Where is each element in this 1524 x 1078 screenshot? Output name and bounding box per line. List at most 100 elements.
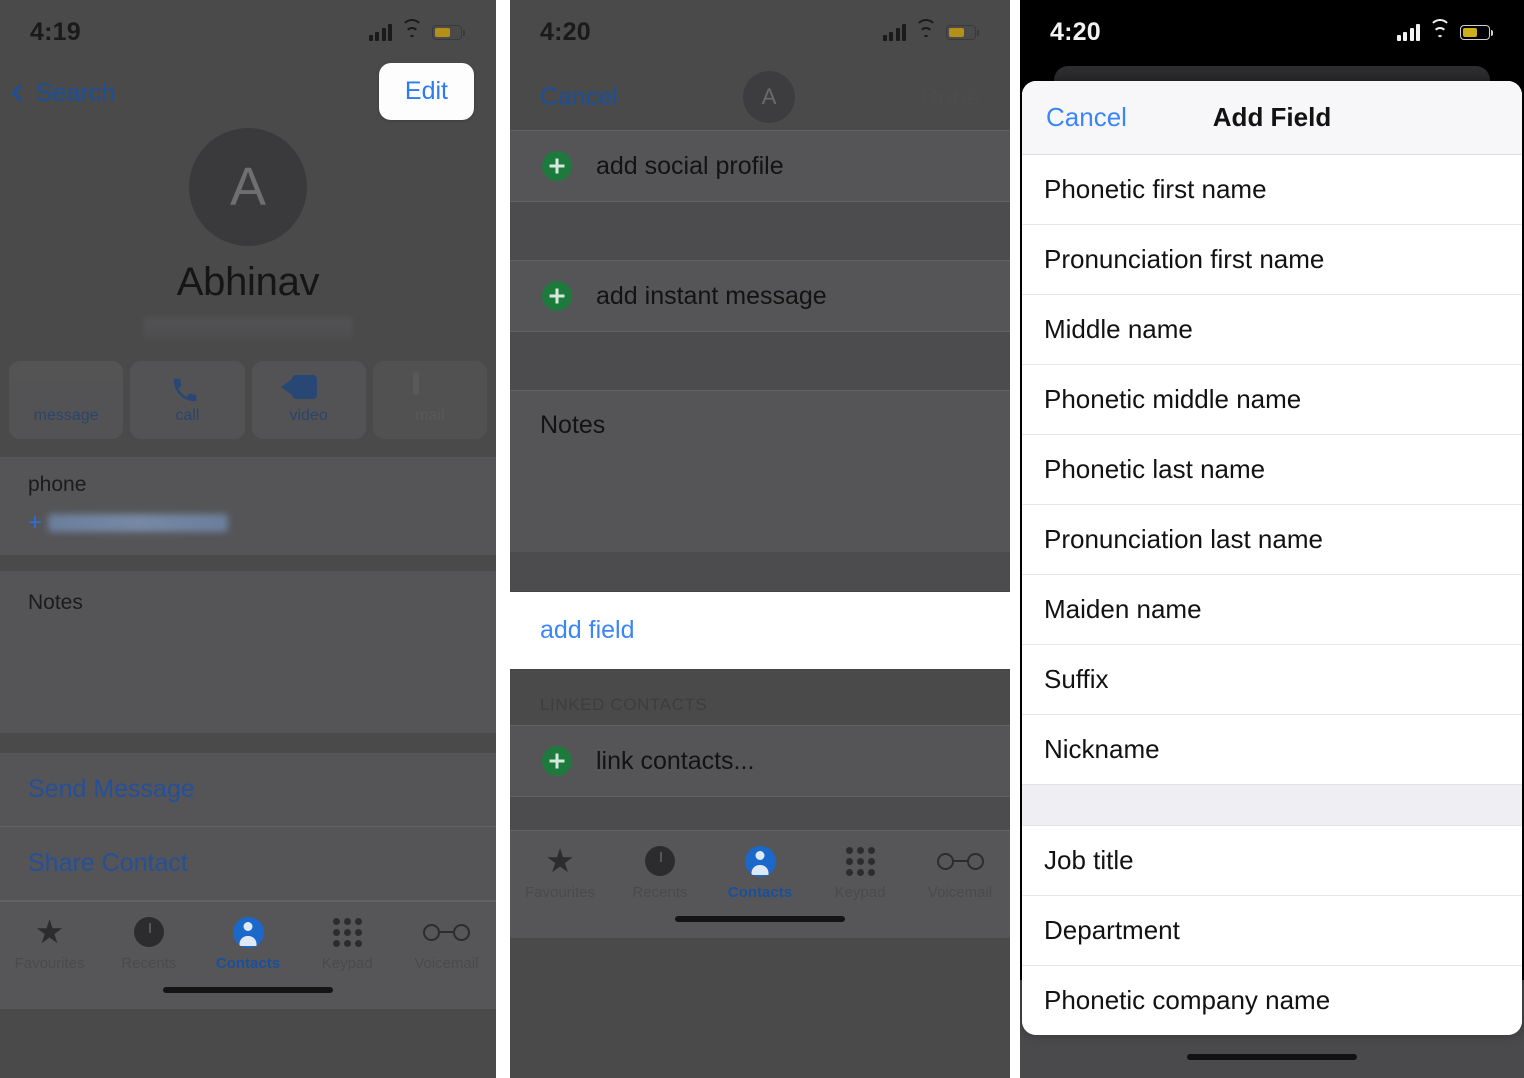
- star-icon: ★: [34, 913, 65, 950]
- screenshot-stage: 4:19 Search Edit A Abhinav message call …: [0, 0, 1524, 1078]
- send-message-link[interactable]: Send Message: [0, 753, 496, 827]
- field-option-middle-name[interactable]: Middle name: [1022, 295, 1522, 365]
- add-instant-message-row[interactable]: add instant message: [510, 260, 1010, 332]
- tab-voicemail-label: Voicemail: [414, 955, 479, 972]
- wifi-icon: [401, 18, 423, 41]
- notes-section-1[interactable]: Notes: [0, 571, 496, 733]
- add-social-profile-row[interactable]: add social profile: [510, 130, 1010, 202]
- contact-subtitle-redacted: [143, 317, 353, 339]
- tab-contacts[interactable]: Contacts: [710, 845, 810, 901]
- nav-bar-1: Search Edit: [0, 62, 496, 122]
- tab-favourites[interactable]: ★ Favourites: [0, 913, 99, 972]
- back-to-search-button[interactable]: Search: [11, 79, 115, 108]
- mail-envelope-icon: [412, 372, 447, 401]
- avatar[interactable]: A: [743, 71, 796, 123]
- tab-keypad[interactable]: Keypad: [810, 845, 910, 901]
- tab-keypad-label: Keypad: [321, 955, 373, 972]
- linked-contacts-header: LINKED CONTACTS: [540, 695, 708, 714]
- tab-contacts[interactable]: Contacts: [198, 916, 297, 972]
- phone-number-blur: [48, 514, 229, 532]
- group-spacer-2: [510, 332, 1010, 390]
- avatar[interactable]: A: [189, 128, 307, 246]
- field-list-group-1: Phonetic first name Pronunciation first …: [1022, 155, 1522, 784]
- field-option-phonetic-middle-name[interactable]: Phonetic middle name: [1022, 365, 1522, 435]
- call-action-button[interactable]: call: [130, 361, 245, 439]
- field-option-pronunciation-first-name[interactable]: Pronunciation first name: [1022, 225, 1522, 295]
- field-option-job-title[interactable]: Job title: [1022, 826, 1522, 896]
- panel-gap-1: [496, 0, 510, 1078]
- sheet-header: Cancel Add Field: [1022, 81, 1522, 155]
- notes-section-2[interactable]: Notes: [510, 390, 1010, 552]
- tab-voicemail[interactable]: Voicemail: [397, 916, 496, 972]
- cancel-button[interactable]: Cancel: [540, 83, 618, 112]
- cellular-signal-icon: [882, 23, 906, 41]
- add-social-profile-label: add social profile: [596, 151, 784, 180]
- field-option-maiden-name[interactable]: Maiden name: [1022, 575, 1522, 645]
- status-bar-2: 4:20: [510, 0, 1010, 64]
- link-contacts-row[interactable]: link contacts...: [510, 725, 1010, 797]
- done-button[interactable]: Done: [920, 83, 980, 112]
- add-field-button[interactable]: add field: [510, 592, 1010, 669]
- tab-keypad[interactable]: Keypad: [298, 916, 397, 972]
- phone-section[interactable]: phone +: [0, 457, 496, 555]
- mail-action-label: mail: [415, 407, 445, 424]
- social-profile-group: add social profile: [510, 130, 1010, 202]
- field-option-nickname[interactable]: Nickname: [1022, 715, 1522, 784]
- clock-icon: [645, 845, 675, 877]
- mail-action-button[interactable]: mail: [372, 361, 487, 439]
- battery-icon: [1460, 24, 1493, 40]
- field-option-pronunciation-last-name[interactable]: Pronunciation last name: [1022, 505, 1522, 575]
- notes-label: Notes: [28, 591, 83, 614]
- panel1-content: 4:19 Search Edit A Abhinav message call …: [0, 0, 496, 1009]
- field-option-phonetic-first-name[interactable]: Phonetic first name: [1022, 155, 1522, 225]
- field-option-phonetic-last-name[interactable]: Phonetic last name: [1022, 435, 1522, 505]
- tab-recents-label: Recents: [632, 884, 688, 901]
- tab-favourites[interactable]: ★ Favourites: [510, 844, 610, 901]
- tab-recents-label: Recents: [121, 955, 177, 972]
- video-camera-icon: [292, 375, 326, 401]
- status-bar-1: 4:19: [0, 0, 496, 64]
- cancel-button[interactable]: Cancel: [1046, 102, 1127, 133]
- quick-actions: message call video mail: [0, 339, 496, 439]
- contact-name: Abhinav: [176, 260, 320, 304]
- plus-circle-icon: [542, 281, 572, 311]
- edit-button[interactable]: Edit: [378, 62, 474, 120]
- field-option-department[interactable]: Department: [1022, 896, 1522, 966]
- status-bar-3: 4:20: [1020, 0, 1524, 64]
- wifi-icon: [1429, 18, 1451, 41]
- home-indicator-2: [675, 916, 845, 922]
- clock-icon: [133, 916, 164, 948]
- tab-voicemail[interactable]: Voicemail: [910, 845, 1010, 901]
- keypad-icon: [332, 916, 362, 948]
- panel-contact-detail: 4:19 Search Edit A Abhinav message call …: [0, 0, 496, 1078]
- edit-label: Edit: [404, 76, 448, 105]
- notes-label: Notes: [540, 411, 606, 439]
- tab-contacts-label: Contacts: [215, 955, 281, 972]
- chevron-left-icon: [11, 84, 29, 102]
- link-contacts-label: link contacts...: [596, 746, 755, 775]
- status-time: 4:20: [1050, 17, 1101, 46]
- status-time: 4:19: [30, 17, 81, 46]
- call-action-label: call: [175, 407, 200, 424]
- person-circle-icon: [744, 845, 776, 877]
- field-option-suffix[interactable]: Suffix: [1022, 645, 1522, 715]
- field-group-separator: [1022, 784, 1522, 826]
- phone-plus-prefix: +: [28, 509, 43, 536]
- nav-bar-2: Cancel A Done: [510, 64, 1010, 130]
- voicemail-icon: [422, 916, 470, 948]
- field-option-phonetic-company-name[interactable]: Phonetic company name: [1022, 966, 1522, 1035]
- share-contact-link[interactable]: Share Contact: [0, 827, 496, 901]
- wifi-icon: [915, 18, 937, 41]
- tab-keypad-label: Keypad: [834, 884, 886, 901]
- panel-gap-2: [1010, 0, 1020, 1078]
- add-instant-message-label: add instant message: [596, 281, 827, 310]
- tab-recents[interactable]: Recents: [99, 916, 198, 972]
- message-bubble-icon: [49, 375, 83, 401]
- video-action-button[interactable]: video: [251, 361, 366, 439]
- home-indicator-3: [1187, 1054, 1357, 1060]
- add-field-label: add field: [540, 616, 635, 644]
- keypad-icon: [845, 845, 875, 877]
- message-action-button[interactable]: message: [9, 361, 124, 439]
- tab-recents[interactable]: Recents: [610, 845, 710, 901]
- voicemail-icon: [936, 845, 984, 877]
